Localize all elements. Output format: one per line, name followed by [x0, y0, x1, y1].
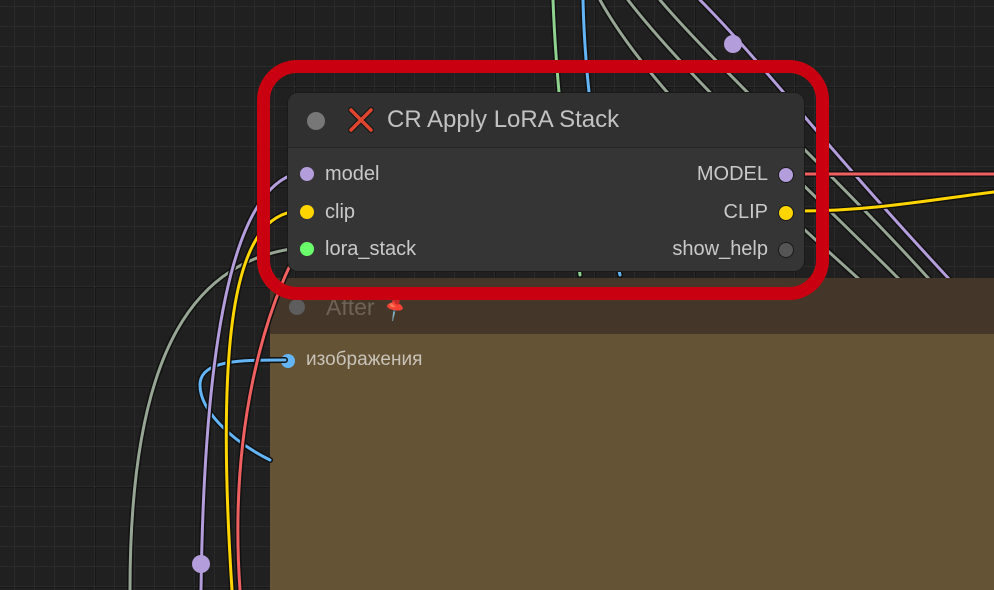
input-model-dot[interactable] — [300, 167, 314, 181]
lora-node-title: CR Apply LoRA Stack — [387, 106, 620, 133]
output-show-help-dot[interactable] — [778, 242, 794, 258]
collapse-toggle-icon[interactable] — [307, 112, 325, 130]
output-slot-clip[interactable]: CLIP — [554, 201, 804, 225]
input-lora-stack-dot[interactable] — [300, 242, 314, 256]
output-model-dot[interactable] — [778, 167, 794, 183]
cr-apply-lora-stack-node[interactable]: CR Apply LoRA Stack model clip lora_stac… — [288, 93, 804, 271]
output-show-help-label: show_help — [672, 238, 768, 260]
red-x-icon — [348, 107, 374, 133]
input-lora-stack-label: lora_stack — [325, 238, 417, 260]
output-slot-model[interactable]: MODEL — [554, 163, 804, 187]
input-model-label: model — [325, 163, 380, 185]
input-clip-label: clip — [325, 201, 356, 223]
output-model-label: MODEL — [696, 163, 768, 185]
input-clip-dot[interactable] — [300, 205, 314, 219]
reroute-dot-bottom[interactable] — [192, 555, 210, 573]
output-slot-show-help[interactable]: show_help — [554, 238, 804, 262]
output-clip-label: CLIP — [723, 201, 768, 223]
output-clip-dot[interactable] — [778, 205, 794, 221]
input-slot-clip[interactable]: clip — [288, 201, 538, 225]
lora-node-title-bar[interactable]: CR Apply LoRA Stack — [288, 93, 804, 148]
input-slot-model[interactable]: model — [288, 163, 538, 187]
input-slot-lora-stack[interactable]: lora_stack — [288, 238, 538, 262]
